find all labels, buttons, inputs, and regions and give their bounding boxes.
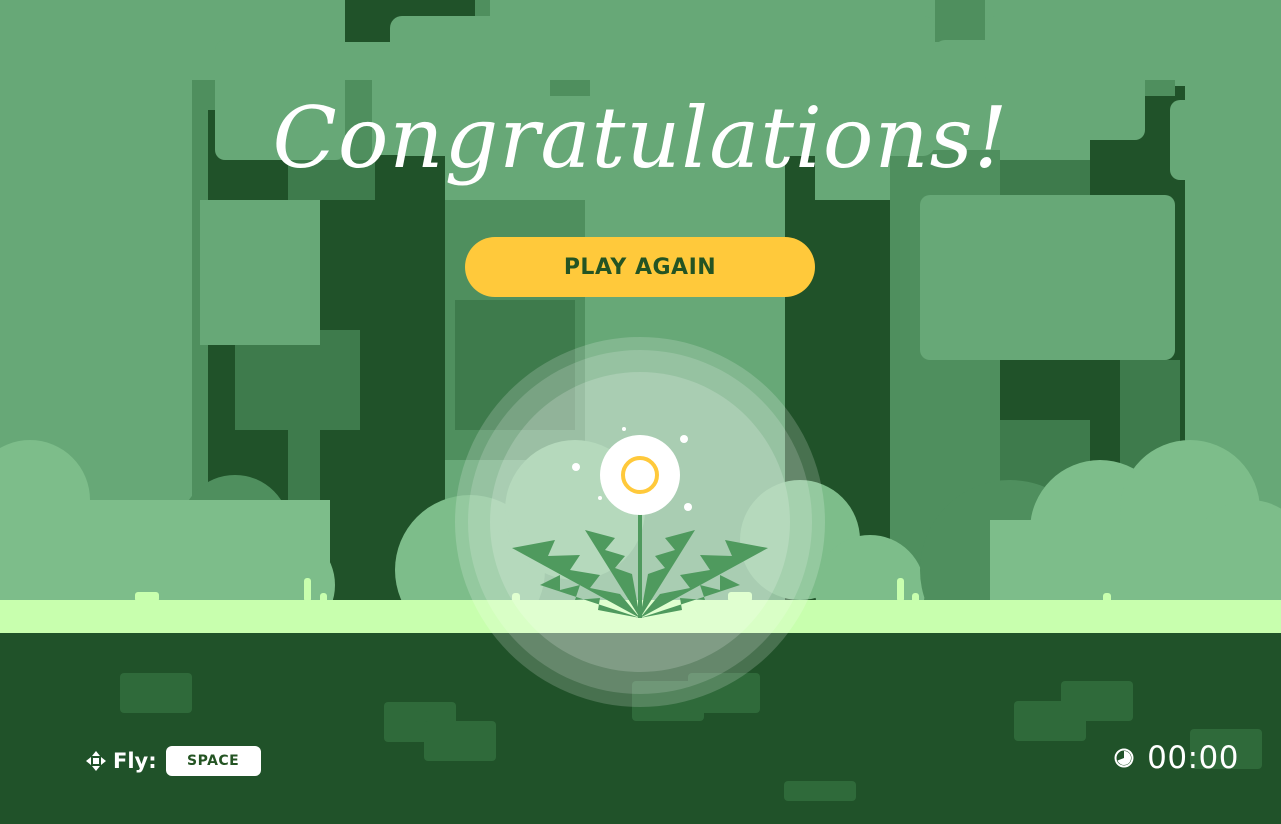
space-key-badge: SPACE: [165, 745, 261, 776]
game-scene: Congratulations! PLAY AGAIN Fly: SPACE 0…: [0, 0, 1281, 824]
timer-value: 00:00: [1147, 740, 1239, 776]
congratulations-title: Congratulations!: [272, 89, 1009, 187]
clock-icon: [1114, 748, 1134, 768]
fly-label: Fly:: [113, 748, 157, 773]
move-arrows-icon: [86, 750, 106, 771]
play-again-button[interactable]: PLAY AGAIN: [465, 237, 815, 297]
timer: 00:00: [1114, 738, 1239, 778]
controls-hint: Fly: SPACE: [86, 745, 261, 776]
